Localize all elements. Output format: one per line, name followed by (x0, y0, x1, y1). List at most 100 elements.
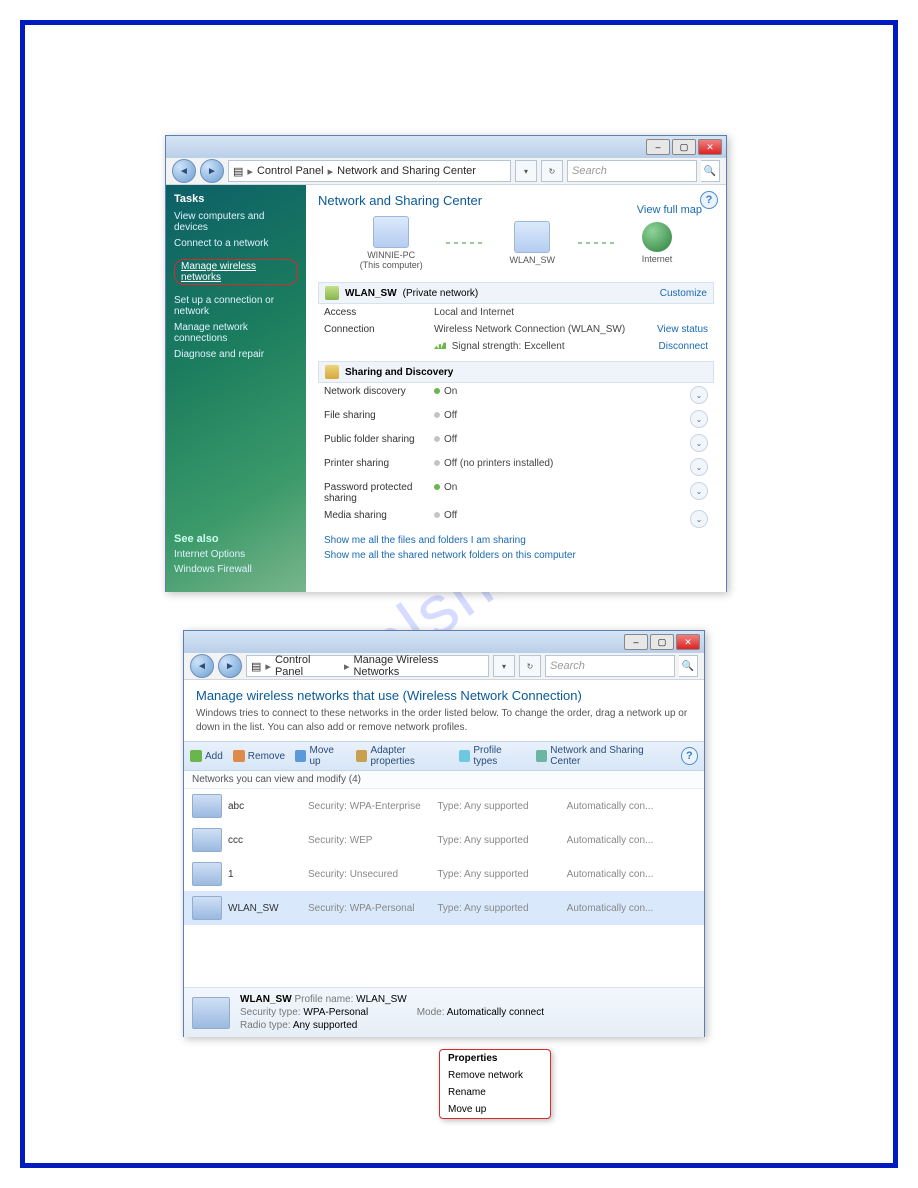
map-node-internet: Internet (642, 222, 673, 264)
forward-button[interactable]: ► (218, 654, 242, 678)
sharing-icon (325, 365, 339, 379)
map-node-label: Internet (642, 254, 673, 264)
sharing-row-password: Password protected sharing On ⌄ (318, 479, 714, 507)
remove-button[interactable]: Remove (233, 750, 285, 762)
help-icon[interactable]: ? (700, 191, 718, 209)
sidebar-item-connect-network[interactable]: Connect to a network (174, 238, 298, 249)
minimize-button[interactable]: – (624, 634, 648, 650)
signal-value: Excellent (524, 341, 565, 352)
search-icon[interactable]: 🔍 (701, 160, 720, 182)
network-row-selected[interactable]: WLAN_SW Security: WPA-Personal Type: Any… (184, 891, 704, 925)
expand-button[interactable]: ⌄ (690, 482, 708, 500)
wireless-network-icon (192, 862, 222, 886)
search-input[interactable]: Search (567, 160, 697, 182)
close-button[interactable]: ✕ (676, 634, 700, 650)
path-dropdown[interactable]: ▾ (515, 160, 537, 182)
sidebar-item-diagnose-repair[interactable]: Diagnose and repair (174, 349, 298, 360)
sidebar-item-manage-connections[interactable]: Manage network connections (174, 322, 298, 344)
maximize-button[interactable]: ▢ (650, 634, 674, 650)
view-full-map-link[interactable]: View full map (637, 204, 702, 216)
minimize-button[interactable]: – (646, 139, 670, 155)
expand-button[interactable]: ⌄ (690, 510, 708, 528)
adapter-icon (356, 750, 367, 762)
breadcrumb-segment[interactable]: Control Panel (275, 654, 340, 678)
search-input[interactable]: Search (545, 655, 675, 677)
sharing-heading: Sharing and Discovery (345, 367, 453, 378)
access-value: Local and Internet (434, 307, 708, 318)
connection-value: Wireless Network Connection (WLAN_SW) (434, 324, 657, 335)
maximize-button[interactable]: ▢ (672, 139, 696, 155)
back-button[interactable]: ◄ (190, 654, 214, 678)
signal-label: Signal strength: (452, 341, 522, 352)
sidebar-item-windows-firewall[interactable]: Windows Firewall (174, 564, 252, 575)
disconnect-link[interactable]: Disconnect (659, 341, 708, 352)
sharing-row-file-sharing: File sharing Off ⌄ (318, 407, 714, 431)
customize-link[interactable]: Customize (660, 288, 707, 299)
move-up-button[interactable]: Move up (295, 745, 346, 767)
help-icon[interactable]: ? (681, 747, 698, 765)
window-titlebar[interactable]: – ▢ ✕ (184, 631, 704, 653)
refresh-button[interactable]: ↻ (541, 160, 563, 182)
adapter-properties-button[interactable]: Adapter properties (356, 745, 449, 767)
expand-button[interactable]: ⌄ (690, 458, 708, 476)
map-node-sublabel: (This computer) (360, 260, 423, 270)
connection-label: Connection (324, 324, 434, 335)
wireless-network-icon (192, 997, 230, 1029)
toolbar: Add Remove Move up Adapter properties Pr… (184, 741, 704, 771)
map-node-router: WLAN_SW (509, 221, 555, 265)
network-sharing-center-button[interactable]: Network and Sharing Center (536, 745, 671, 767)
network-sharing-center-window: – ▢ ✕ ◄ ► ▤ ▸ Control Panel ▸ Network an… (165, 135, 727, 592)
add-button[interactable]: Add (190, 750, 223, 762)
group-header: Networks you can view and modify (4) (184, 771, 704, 789)
sidebar-item-internet-options[interactable]: Internet Options (174, 549, 252, 560)
network-row[interactable]: 1 Security: Unsecured Type: Any supporte… (184, 857, 704, 891)
context-menu-move-up[interactable]: Move up (440, 1101, 550, 1118)
refresh-button[interactable]: ↻ (519, 655, 541, 677)
map-node-label: WINNIE-PC (360, 250, 423, 260)
sharing-discovery-header: Sharing and Discovery (318, 361, 714, 383)
tasks-sidebar: Tasks View computers and devices Connect… (166, 185, 306, 592)
sidebar-heading: Tasks (174, 193, 298, 205)
window-titlebar[interactable]: – ▢ ✕ (166, 136, 726, 158)
context-menu-rename[interactable]: Rename (440, 1084, 550, 1101)
network-list-container: abc Security: WPA-Enterprise Type: Any s… (184, 789, 704, 987)
path-dropdown[interactable]: ▾ (493, 655, 515, 677)
back-button[interactable]: ◄ (172, 159, 196, 183)
profile-types-button[interactable]: Profile types (459, 745, 526, 767)
breadcrumb-segment[interactable]: Network and Sharing Center (337, 165, 476, 177)
view-status-link[interactable]: View status (657, 324, 708, 335)
details-pane: WLAN_SW Profile name: WLAN_SW Security t… (184, 987, 704, 1037)
router-icon (514, 221, 550, 253)
map-connection-line (578, 242, 618, 244)
forward-button[interactable]: ► (200, 159, 224, 183)
network-map: View full map WINNIE-PC (This computer) … (348, 216, 684, 270)
breadcrumb-segment[interactable]: Control Panel (257, 165, 324, 177)
context-menu-remove[interactable]: Remove network (440, 1067, 550, 1084)
network-list: abc Security: WPA-Enterprise Type: Any s… (184, 789, 704, 925)
map-node-label: WLAN_SW (509, 255, 555, 265)
network-row[interactable]: ccc Security: WEP Type: Any supported Au… (184, 823, 704, 857)
show-files-link[interactable]: Show me all the files and folders I am s… (324, 535, 708, 546)
sidebar-seealso-heading: See also (174, 533, 252, 545)
sidebar-item-setup-connection[interactable]: Set up a connection or network (174, 295, 298, 317)
breadcrumb[interactable]: ▤ ▸ Control Panel ▸ Network and Sharing … (228, 160, 511, 182)
breadcrumb-root-icon: ▤ (233, 165, 243, 178)
address-bar: ◄ ► ▤ ▸ Control Panel ▸ Manage Wireless … (184, 653, 704, 680)
close-button[interactable]: ✕ (698, 139, 722, 155)
move-up-icon (295, 750, 306, 762)
context-menu-properties[interactable]: Properties (440, 1050, 550, 1067)
status-off-icon (434, 412, 440, 418)
expand-button[interactable]: ⌄ (690, 410, 708, 428)
breadcrumb-segment[interactable]: Manage Wireless Networks (353, 654, 484, 678)
expand-button[interactable]: ⌄ (690, 386, 708, 404)
expand-button[interactable]: ⌄ (690, 434, 708, 452)
show-folders-link[interactable]: Show me all the shared network folders o… (324, 550, 708, 561)
sharing-row-public-folder: Public folder sharing Off ⌄ (318, 431, 714, 455)
sidebar-item-manage-wireless[interactable]: Manage wireless networks (174, 259, 298, 285)
network-row[interactable]: abc Security: WPA-Enterprise Type: Any s… (184, 789, 704, 823)
context-menu: Properties Remove network Rename Move up (439, 1049, 551, 1119)
sidebar-item-view-computers[interactable]: View computers and devices (174, 211, 298, 233)
detail-network-name: WLAN_SW (240, 994, 292, 1005)
search-icon[interactable]: 🔍 (679, 655, 698, 677)
breadcrumb[interactable]: ▤ ▸ Control Panel ▸ Manage Wireless Netw… (246, 655, 489, 677)
